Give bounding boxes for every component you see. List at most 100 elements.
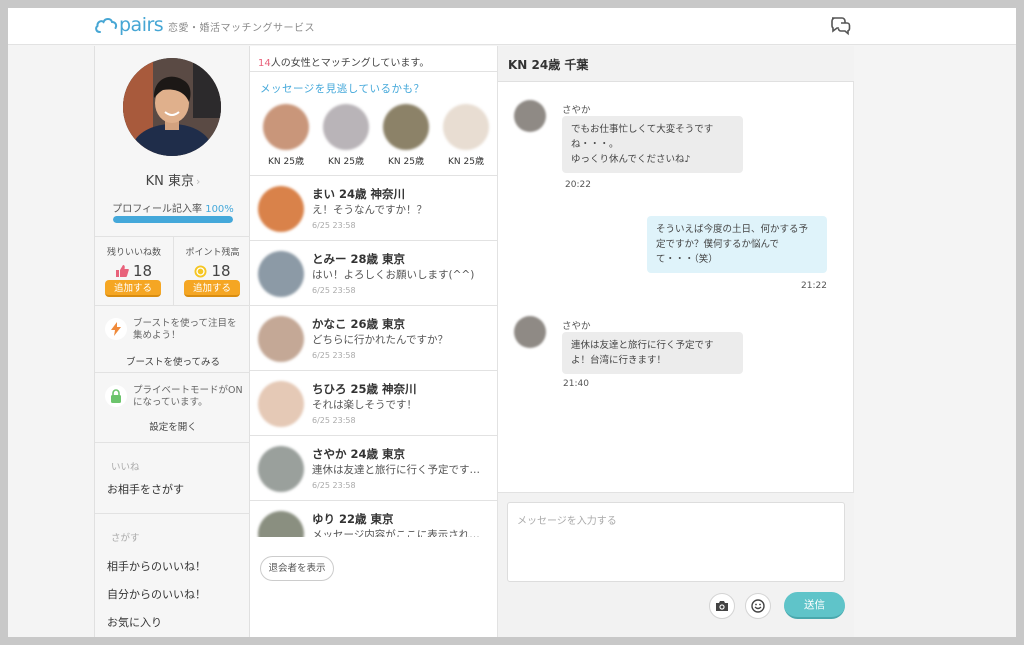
conversation-row[interactable]: ゆり 22歳 東京メッセージ内容がここに表示されます6/25 23:58	[250, 501, 498, 537]
conversation-time: 6/25 23:58	[312, 286, 356, 295]
coin-icon	[194, 265, 207, 277]
show-retired-button[interactable]: 退会者を表示	[260, 556, 334, 581]
lightning-icon	[105, 318, 127, 340]
chat-header: KN 24歳 千葉	[498, 46, 854, 82]
lock-icon	[105, 385, 127, 407]
conversation-name: まい 24歳 神奈川	[312, 187, 406, 201]
message-line: て・・・（笑）	[656, 254, 718, 265]
message-line: ゆっくり休んでくださいね♪	[571, 154, 691, 165]
conversation-row[interactable]: さやか 24歳 東京連休は友達と旅行に行く予定です！台湾に行きます！ 6/25 2…	[250, 436, 498, 501]
missed-match-label: KN 25歳	[328, 157, 364, 167]
chevron-right-icon: ›	[195, 175, 201, 188]
stats-panel: 残りいいね数 18 追加する ポイント残高 18 追加する	[95, 236, 251, 306]
message-sender: さやか	[562, 105, 591, 116]
camera-icon	[716, 601, 728, 611]
conversation-row[interactable]: まい 24歳 神奈川 え！そうなんですか！？ 6/25 23:58	[250, 176, 498, 241]
completion-pct: 100%	[205, 204, 234, 215]
missed-match-avatar	[263, 104, 309, 150]
find-partner-link[interactable]: お相手をさがす	[107, 481, 184, 497]
profile-avatar[interactable]	[123, 58, 221, 156]
message-bubble: でもお仕事忙しくて大変そうです ね・・・。 ゆっくり休んでくださいね♪	[562, 116, 743, 173]
missed-match-item[interactable]: KN 25歳	[256, 104, 316, 167]
likes-left-value: 18	[132, 262, 153, 280]
likes-left-value-row: 18	[95, 262, 173, 280]
message-time: 20:22	[565, 180, 591, 190]
missed-messages-title: メッセージを見逃しているかも？	[260, 83, 425, 95]
missed-match-item[interactable]: KN 25歳	[376, 104, 436, 167]
conversation-row[interactable]: かなこ 26歳 東京 どちらに行かれたんですか？ 6/25 23:58	[250, 306, 498, 371]
conversation-time: 6/25 23:58	[312, 351, 356, 360]
chat-panel: KN 24歳 千葉 さやか でもお仕事忙しくて大変そうです ね・・・。 ゆっくり…	[498, 46, 854, 637]
message-composer: 送信	[498, 492, 854, 637]
conversation-avatar	[258, 381, 304, 427]
missed-match-label: KN 25歳	[448, 157, 484, 167]
add-points-button[interactable]: 追加する	[184, 280, 240, 297]
likes-left-stat: 残りいいね数 18 追加する	[95, 237, 173, 305]
pairs-logo[interactable]: pairs	[94, 14, 164, 36]
missed-match-item[interactable]: KN 25歳	[316, 104, 376, 167]
message-line: 連休は友達と旅行に行く予定です	[571, 340, 714, 351]
message-line: よ！台湾に行きます！	[571, 355, 667, 366]
completion-bar	[113, 216, 233, 223]
message-time: 21:40	[563, 379, 589, 389]
chat-title[interactable]: KN 24歳 千葉	[508, 56, 588, 73]
private-settings-link[interactable]: 設定を開く	[95, 419, 251, 433]
iine-header: いいね	[111, 462, 140, 473]
missed-match-avatar	[323, 104, 369, 150]
boost-text: ブーストを使って注目を集めよう！	[133, 318, 237, 341]
smiley-icon	[751, 599, 765, 613]
profile-name[interactable]: KN 東京 ›	[95, 170, 251, 189]
conversation-preview: どちらに行かれたんですか？	[312, 334, 448, 346]
emoji-button[interactable]	[745, 593, 771, 619]
missed-match-label: KN 25歳	[268, 157, 304, 167]
message-line: ね・・・。	[571, 139, 619, 150]
message-line: そういえば今度の土日、何かする予	[656, 224, 809, 235]
conversation-preview: メッセージ内容がここに表示されます	[312, 529, 490, 537]
conversation-row[interactable]: とみー 28歳 東京はい！よろしくお願いします(^^) 6/25 23:58	[250, 241, 498, 306]
message-sender: さやか	[562, 321, 591, 332]
conversation-avatar	[258, 251, 304, 297]
boost-promo[interactable]: ブーストを使って注目を集めよう！ ブーストを使ってみる	[95, 306, 251, 373]
conversation-preview: 連休は友達と旅行に行く予定です！台湾に行きます！	[312, 464, 490, 476]
points-stat: ポイント残高 18 追加する	[173, 237, 251, 305]
conversation-row[interactable]: ちひろ 25歳 神奈川 それは楽しそうです！ 6/25 23:58	[250, 371, 498, 436]
boost-link[interactable]: ブーストを使ってみる	[95, 354, 251, 368]
send-button[interactable]: 送信	[784, 592, 845, 619]
tagline: 恋愛・婚活マッチングサービス	[168, 23, 315, 34]
points-label: ポイント残高	[185, 248, 240, 258]
message-time: 21:22	[801, 281, 827, 291]
conversation-preview: はい！よろしくお願いします(^^)	[312, 269, 475, 281]
conversation-avatar	[258, 316, 304, 362]
match-count: 14人の女性とマッチングしています。	[258, 54, 429, 69]
profile-photo	[123, 58, 221, 156]
camera-button[interactable]	[709, 593, 735, 619]
sender-avatar[interactable]	[514, 100, 546, 132]
match-count-number: 14	[258, 58, 271, 69]
message-line: でもお仕事忙しくて大変そうです	[571, 124, 714, 135]
missed-match-avatar	[383, 104, 429, 150]
conversation-avatar	[258, 511, 304, 537]
sender-avatar[interactable]	[514, 316, 546, 348]
message-input[interactable]	[507, 502, 845, 582]
matches-column: 14人の女性とマッチングしています。 メッセージを見逃しているかも？ KN 25…	[250, 46, 498, 637]
conversation-name: とみー 28歳 東京	[312, 252, 406, 266]
favorites-link[interactable]: お気に入り	[107, 614, 162, 630]
missed-match-item[interactable]: KN 25歳	[436, 104, 496, 167]
completion-bar-fill	[113, 216, 233, 223]
cloud-logo-icon	[95, 18, 118, 33]
conversation-name: ちひろ 25歳 神奈川	[312, 382, 417, 396]
messages-icon[interactable]	[829, 14, 851, 36]
sidebar: KN 東京 › プロフィール記入率 100% 残りいいね数 18 追加する ポイ…	[94, 46, 251, 637]
profile-name-text: KN 東京	[145, 174, 194, 189]
conversation-time: 6/25 23:58	[312, 416, 356, 425]
match-count-text: 人の女性とマッチングしています。	[270, 58, 430, 69]
profile-completion: プロフィール記入率 100%	[95, 200, 251, 215]
likes-to-link[interactable]: 自分からのいいね！	[107, 586, 206, 602]
likes-from-link[interactable]: 相手からのいいね！	[107, 558, 206, 574]
missed-match-avatar	[443, 104, 489, 150]
conversation-preview: それは楽しそうです！	[312, 399, 417, 411]
message-bubble: 連休は友達と旅行に行く予定です よ！台湾に行きます！	[562, 332, 743, 374]
add-likes-button[interactable]: 追加する	[105, 280, 161, 297]
private-mode-promo[interactable]: プライベートモードがONになっています。 設定を開く	[95, 373, 251, 443]
divider	[250, 71, 498, 72]
